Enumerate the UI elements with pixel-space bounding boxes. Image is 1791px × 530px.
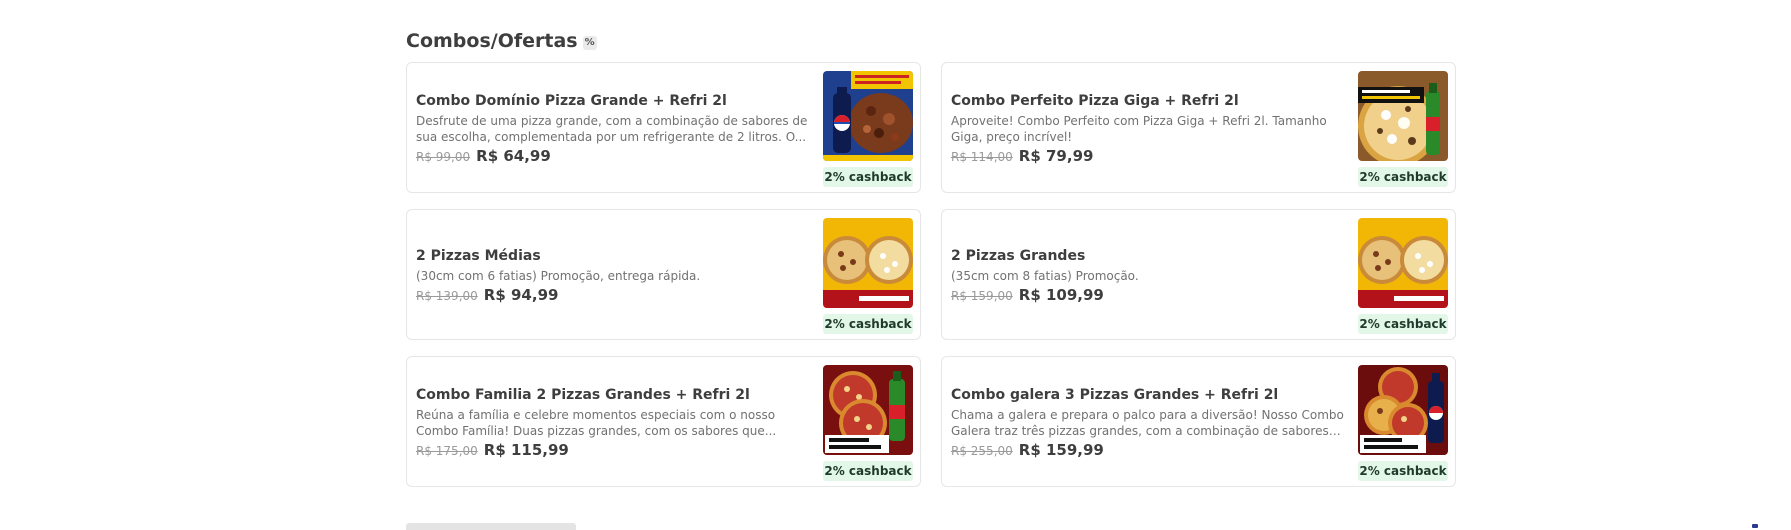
price-row: R$ 139,00 R$ 94,99 [416, 286, 816, 304]
product-info: Combo Familia 2 Pizzas Grandes + Refri 2… [416, 357, 816, 486]
product-info: 2 Pizzas Médias (30cm com 6 fatias) Prom… [416, 210, 816, 339]
combo-familia-image[interactable] [823, 365, 913, 455]
cashback-badge: 2% cashback [823, 461, 913, 481]
scroll-indicator [1752, 524, 1758, 528]
product-info: Combo Domínio Pizza Grande + Refri 2l De… [416, 63, 816, 192]
menu-page: Combos/Ofertas % Combo Domínio Pizza Gra… [0, 0, 1791, 530]
current-price: R$ 115,99 [483, 440, 569, 459]
product-name: Combo Domínio Pizza Grande + Refri 2l [416, 92, 727, 109]
cashback-badge: 2% cashback [1358, 461, 1448, 481]
old-price: R$ 159,00 [951, 288, 1013, 303]
two-medium-pizzas-image[interactable] [823, 218, 913, 308]
section-title-text: Combos/Ofertas [406, 30, 578, 52]
old-price: R$ 99,00 [416, 149, 471, 164]
cashback-badge: 2% cashback [1358, 314, 1448, 334]
old-price: R$ 175,00 [416, 443, 478, 458]
price-row: R$ 255,00 R$ 159,99 [951, 441, 1351, 459]
two-large-pizzas-image-art [1358, 218, 1448, 308]
next-section-title-shape [406, 523, 576, 530]
price-row: R$ 99,00 R$ 64,99 [416, 147, 816, 165]
current-price: R$ 109,99 [1018, 285, 1104, 304]
price-row: R$ 159,00 R$ 109,99 [951, 286, 1351, 304]
product-name: Combo Familia 2 Pizzas Grandes + Refri 2… [416, 386, 750, 403]
current-price: R$ 64,99 [476, 146, 551, 165]
old-price: R$ 114,00 [951, 149, 1013, 164]
product-description: Chama a galera e prepara o palco para a … [951, 407, 1344, 438]
product-info: Combo Perfeito Pizza Giga + Refri 2l Apr… [951, 63, 1351, 192]
combo-perfeito-image[interactable] [1358, 71, 1448, 161]
product-card-combo-dominio[interactable]: Combo Domínio Pizza Grande + Refri 2l De… [406, 62, 921, 193]
combo-dominio-image[interactable] [823, 71, 913, 161]
product-card-combo-galera[interactable]: Combo galera 3 Pizzas Grandes + Refri 2l… [941, 356, 1456, 487]
current-price: R$ 159,99 [1018, 440, 1104, 459]
combo-dominio-image-art [823, 71, 913, 161]
product-card-combo-perfeito[interactable]: Combo Perfeito Pizza Giga + Refri 2l Apr… [941, 62, 1456, 193]
combo-galera-image-art [1358, 365, 1448, 455]
percent-icon: % [582, 36, 597, 50]
cashback-badge: 2% cashback [1358, 167, 1448, 187]
current-price: R$ 79,99 [1018, 146, 1094, 165]
cashback-badge: 2% cashback [823, 314, 913, 334]
product-description: Reúna a família e celebre momentos espec… [416, 407, 777, 438]
combo-familia-image-art [823, 365, 913, 455]
old-price: R$ 139,00 [416, 288, 478, 303]
price-row: R$ 175,00 R$ 115,99 [416, 441, 816, 459]
product-card-combo-familia[interactable]: Combo Familia 2 Pizzas Grandes + Refri 2… [406, 356, 921, 487]
product-name: Combo galera 3 Pizzas Grandes + Refri 2l [951, 386, 1279, 403]
price-row: R$ 114,00 R$ 79,99 [951, 147, 1351, 165]
product-card-two-medium-pizzas[interactable]: 2 Pizzas Médias (30cm com 6 fatias) Prom… [406, 209, 921, 340]
product-name: 2 Pizzas Grandes [951, 247, 1086, 264]
product-name: Combo Perfeito Pizza Giga + Refri 2l [951, 92, 1239, 109]
product-name: 2 Pizzas Médias [416, 247, 541, 264]
product-info: 2 Pizzas Grandes (35cm com 8 fatias) Pro… [951, 210, 1351, 339]
two-large-pizzas-image[interactable] [1358, 218, 1448, 308]
combo-galera-image[interactable] [1358, 365, 1448, 455]
section-title-combos: Combos/Ofertas % [406, 30, 597, 52]
product-description: Aproveite! Combo Perfeito com Pizza Giga… [951, 113, 1327, 144]
product-description: (35cm com 8 fatias) Promoção. [951, 268, 1139, 283]
product-info: Combo galera 3 Pizzas Grandes + Refri 2l… [951, 357, 1351, 486]
product-description: (30cm com 6 fatias) Promoção, entrega rá… [416, 268, 701, 283]
product-description: Desfrute de uma pizza grande, com a comb… [416, 113, 808, 144]
old-price: R$ 255,00 [951, 443, 1013, 458]
next-section-title-cutoff [406, 520, 606, 530]
combo-perfeito-image-art [1358, 71, 1448, 161]
product-card-two-large-pizzas[interactable]: 2 Pizzas Grandes (35cm com 8 fatias) Pro… [941, 209, 1456, 340]
cashback-badge: 2% cashback [823, 167, 913, 187]
current-price: R$ 94,99 [483, 285, 559, 304]
two-medium-pizzas-image-art [823, 218, 913, 308]
combo-grid: Combo Domínio Pizza Grande + Refri 2l De… [406, 62, 1456, 487]
